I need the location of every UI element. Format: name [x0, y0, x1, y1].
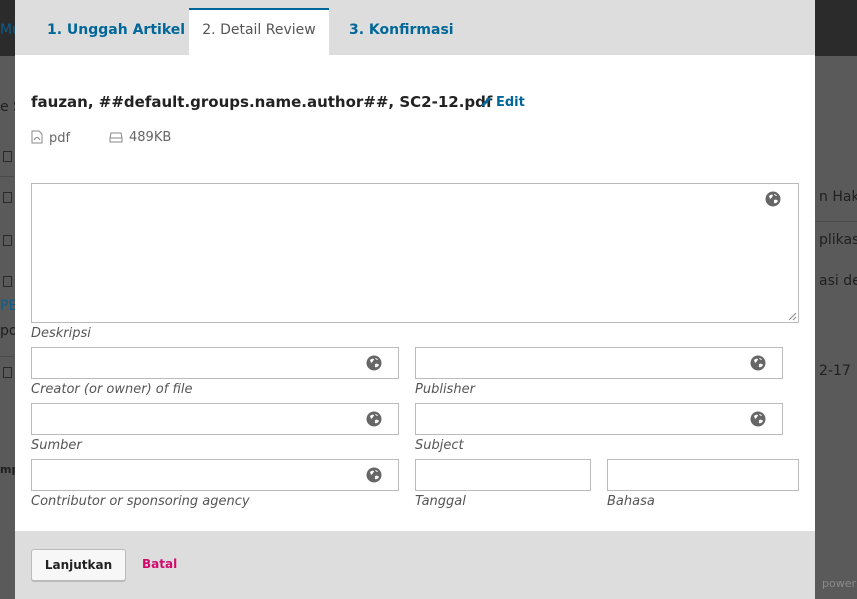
background-text: plikasi: [819, 232, 857, 248]
edit-link[interactable]: Edit: [481, 95, 525, 110]
file-type: pdf: [31, 130, 70, 146]
background-text: n Hak: [819, 189, 857, 205]
creator-label: Creator (or owner) of file: [31, 382, 193, 397]
creator-input[interactable]: [31, 347, 399, 379]
background-file-icon: [3, 151, 12, 162]
tab-review-details[interactable]: 2. Detail Review: [189, 8, 329, 55]
hard-drive-icon: [109, 132, 123, 143]
globe-icon[interactable]: [750, 411, 766, 427]
wizard-tabs: 1. Unggah Artikel 2. Detail Review 3. Ko…: [15, 0, 815, 55]
file-title: fauzan, ##default.groups.name.author##, …: [31, 93, 493, 111]
globe-icon[interactable]: [765, 191, 781, 207]
file-size-label: 489KB: [129, 130, 172, 145]
date-input[interactable]: [415, 459, 591, 491]
continue-button[interactable]: Lanjutkan: [31, 549, 126, 581]
tab-upload-article[interactable]: 1. Unggah Artikel: [47, 8, 185, 55]
file-size: 489KB: [109, 130, 171, 145]
source-label: Sumber: [31, 438, 82, 453]
globe-icon[interactable]: [366, 467, 382, 483]
background-file-icon: [3, 192, 12, 203]
description-label: Deskripsi: [31, 326, 91, 341]
file-type-label: pdf: [49, 131, 71, 146]
background-divider: [0, 356, 14, 357]
language-label: Bahasa: [607, 494, 655, 509]
modal-footer: Lanjutkan Batal: [15, 531, 815, 599]
date-label: Tanggal: [415, 494, 466, 509]
contributor-label: Contributor or sponsoring agency: [31, 494, 250, 509]
background-text: asi de: [819, 273, 857, 289]
edit-label: Edit: [496, 95, 525, 110]
contributor-input[interactable]: [31, 459, 399, 491]
cancel-link[interactable]: Batal: [142, 557, 177, 571]
publisher-label: Publisher: [415, 382, 475, 397]
description-textarea[interactable]: [31, 183, 799, 323]
background-file-icon: [3, 235, 12, 246]
background-divider: [0, 176, 14, 177]
globe-icon[interactable]: [366, 355, 382, 371]
background-text: power: [822, 577, 856, 590]
review-details-modal: 1. Unggah Artikel 2. Detail Review 3. Ko…: [15, 0, 815, 599]
publisher-input[interactable]: [415, 347, 783, 379]
source-input[interactable]: [31, 403, 399, 435]
background-text: 2-17: [819, 363, 851, 379]
resize-handle[interactable]: [787, 311, 797, 321]
background-file-icon: [3, 367, 12, 378]
globe-icon[interactable]: [750, 355, 766, 371]
subject-label: Subject: [415, 438, 464, 453]
background-divider: [815, 221, 857, 222]
language-input[interactable]: [607, 459, 799, 491]
subject-input[interactable]: [415, 403, 783, 435]
background-file-icon: [3, 276, 12, 287]
pencil-icon: [482, 97, 491, 106]
globe-icon[interactable]: [366, 411, 382, 427]
pdf-file-icon: [31, 130, 43, 144]
tab-confirmation[interactable]: 3. Konfirmasi: [349, 8, 454, 55]
